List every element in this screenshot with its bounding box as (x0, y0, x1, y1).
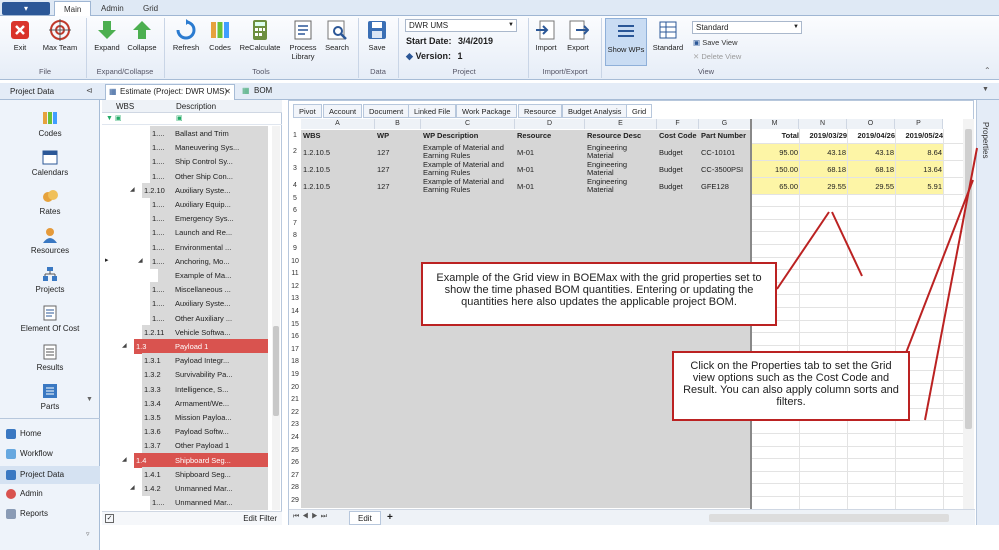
callout-grid-view: Example of the Grid view in BOEMax with … (421, 262, 777, 326)
callout-pointer-grid (776, 211, 830, 290)
callout-properties: Click on the Properties tab to set the G… (672, 351, 910, 421)
callout-pointer-grid (831, 211, 863, 277)
